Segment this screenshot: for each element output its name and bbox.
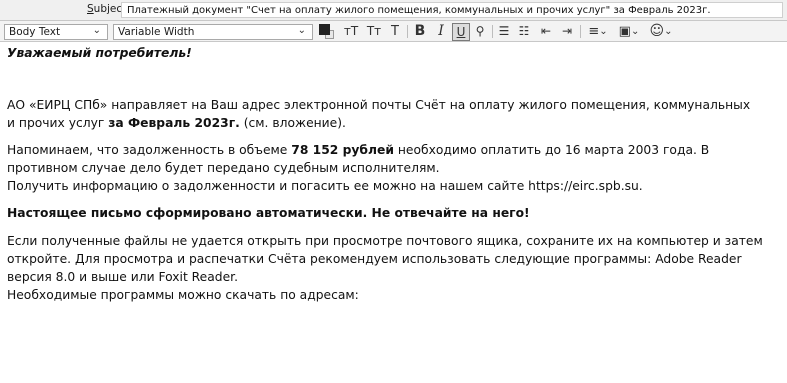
align-icon: ≡ (588, 23, 600, 39)
subject-input[interactable]: Платежный документ "Счет на оплату жилог… (121, 2, 783, 18)
toolbar-separator (492, 25, 493, 38)
outdent-icon[interactable]: ⇤ (538, 22, 554, 40)
bold-button[interactable]: B (412, 22, 428, 40)
paragraph-line: откройте. Для просмотра и распечатки Счё… (7, 252, 742, 266)
insert-menu-button[interactable]: ▣ ⌄ (615, 22, 643, 40)
paragraph-line: Напоминаем, что задолженность в объеме 7… (7, 142, 709, 159)
bulleted-list-icon[interactable]: ☰ (496, 22, 512, 40)
italic-button[interactable]: I (433, 22, 449, 40)
greeting: Уважаемый потребитель! (7, 46, 192, 60)
chevron-down-icon: ⌄ (599, 25, 608, 37)
text-color-swatch (319, 24, 330, 35)
paragraph-line: противном случае дело будет передано суд… (7, 161, 440, 175)
toolbar-separator (407, 25, 408, 38)
period-bold: за Февраль 2023г. (108, 116, 240, 130)
insert-link-icon[interactable]: ⚲ (472, 22, 488, 40)
message-body[interactable]: Уважаемый потребитель! АО «ЕИРЦ СПб» нап… (0, 42, 787, 383)
chevron-down-icon: ⌄ (92, 25, 101, 36)
increase-font-size-button[interactable]: тТ (342, 22, 360, 40)
subject-label-access-key: S (87, 3, 94, 15)
align-menu-button[interactable]: ≡ ⌄ (585, 22, 611, 40)
insert-icon: ▣ (618, 23, 631, 39)
text-run: необходимо оплатить до 16 марта 2003 год… (393, 143, 710, 157)
paragraph-line: АО «ЕИРЦ СПб» направляет на Ваш адрес эл… (7, 98, 751, 112)
chevron-down-icon: ⌄ (297, 25, 306, 36)
text-color-button[interactable] (319, 24, 334, 39)
paragraph-format-value: Body Text (9, 26, 61, 38)
debt-amount: 78 152 рублей (291, 143, 394, 157)
text-run: и прочих услуг (7, 116, 109, 130)
font-family-value: Variable Width (118, 26, 195, 38)
indent-icon[interactable]: ⇥ (559, 22, 575, 40)
font-family-select[interactable]: Variable Width ⌄ (113, 24, 313, 40)
chevron-down-icon: ⌄ (664, 25, 673, 37)
emoji-menu-button[interactable]: ☺ ⌄ (647, 22, 675, 40)
smiley-icon: ☺ (649, 23, 665, 39)
text-run: (см. вложение). (239, 116, 346, 130)
paragraph-line: версия 8.0 и выше или Foxit Reader. (7, 270, 238, 284)
paragraph-line: Необходимые программы можно скачать по а… (7, 288, 359, 302)
paragraph-line: Получить информацию о задолженности и по… (7, 179, 643, 193)
subject-row: Subject Платежный документ "Счет на опла… (0, 0, 787, 20)
font-size-icon[interactable]: Т (387, 22, 403, 40)
auto-notice: Настоящее письмо сформировано автоматиче… (7, 206, 530, 220)
toolbar-separator (580, 25, 581, 38)
underline-button[interactable]: U (452, 23, 470, 41)
numbered-list-icon[interactable]: ☷ (516, 22, 532, 40)
formatting-toolbar: Body Text ⌄ Variable Width ⌄ тТ Тт Т B I… (0, 20, 787, 42)
paragraph-format-select[interactable]: Body Text ⌄ (4, 24, 108, 40)
paragraph-line: и прочих услуг за Февраль 2023г. (см. вл… (7, 115, 346, 132)
paragraph-line: Если полученные файлы не удается открыть… (7, 234, 763, 248)
text-run: Напоминаем, что задолженность в объеме (7, 143, 292, 157)
decrease-font-size-button[interactable]: Тт (364, 22, 384, 40)
chevron-down-icon: ⌄ (630, 25, 640, 37)
